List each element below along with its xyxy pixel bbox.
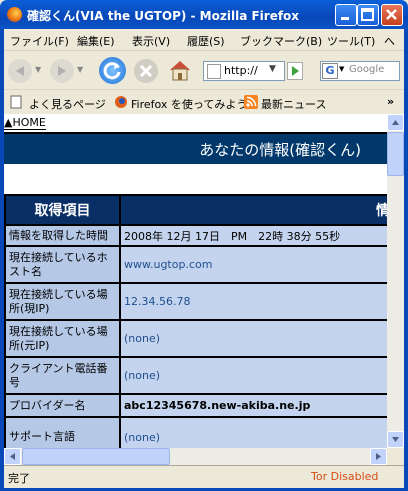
- status-bar: 完了 Tor Disabled: [4, 465, 404, 488]
- firefox-icon: [7, 7, 22, 22]
- page-icon: [10, 95, 22, 109]
- table-row: プロバイダー名 abc12345678.new-akiba.ne.jp: [4, 393, 387, 418]
- menu-view[interactable]: 表示(V): [132, 33, 170, 49]
- maximize-button[interactable]: [357, 4, 379, 26]
- menu-help[interactable]: へ: [384, 33, 395, 49]
- forward-dropdown-icon[interactable]: ▼: [77, 65, 83, 74]
- reload-icon: [103, 62, 121, 80]
- table-row: 現在接続している場所(元IP) (none): [4, 319, 387, 358]
- arrow-down-icon: [392, 437, 399, 442]
- table-header-row: 取得項目 情: [4, 194, 387, 226]
- google-icon[interactable]: G: [322, 63, 338, 79]
- stop-button[interactable]: [134, 59, 158, 83]
- table-row: クライアント電話番号 (none): [4, 356, 387, 395]
- minimize-button[interactable]: [335, 4, 357, 26]
- menu-bookmarks[interactable]: ブックマーク(B): [240, 33, 322, 49]
- menu-bar: ファイル(F) 編集(E) 表示(V) 履歴(S) ブックマーク(B) ツール(…: [4, 29, 404, 50]
- home-link[interactable]: ▲HOME: [4, 116, 46, 130]
- column-header-info: 情: [119, 194, 387, 226]
- forward-arrow-icon: [58, 66, 66, 76]
- table-row: 現在接続しているホスト名 www.ugtop.com: [4, 245, 387, 284]
- forward-button[interactable]: [50, 59, 74, 83]
- search-box[interactable]: G ▼ Google: [320, 61, 400, 81]
- scroll-left-button[interactable]: [4, 448, 21, 465]
- minimize-icon: [341, 17, 349, 20]
- row-label: サポート言語: [4, 416, 121, 448]
- back-dropdown-icon[interactable]: ▼: [35, 65, 41, 74]
- status-text: 完了: [8, 472, 30, 485]
- menu-edit[interactable]: 編集(E): [77, 33, 115, 49]
- scroll-right-button[interactable]: [370, 448, 387, 465]
- row-value: (none): [119, 356, 387, 395]
- home-button[interactable]: [167, 57, 193, 83]
- vertical-scrollbar[interactable]: [387, 114, 404, 448]
- arrow-right-icon: [376, 453, 381, 460]
- arrow-left-icon: [10, 453, 15, 460]
- close-icon: [386, 9, 397, 20]
- menu-tools[interactable]: ツール(T): [327, 33, 375, 49]
- page-favicon-icon: [207, 64, 221, 79]
- scroll-down-button[interactable]: [387, 431, 404, 448]
- arrow-up-icon: [392, 120, 399, 125]
- horizontal-scroll-thumb[interactable]: [22, 448, 170, 465]
- row-value: 12.34.56.78: [119, 282, 387, 321]
- row-value: abc12345678.new-akiba.ne.jp: [119, 393, 387, 418]
- row-label: 現在接続している場所(元IP): [4, 319, 121, 358]
- row-value: www.ugtop.com: [119, 245, 387, 284]
- maximize-icon: [361, 8, 374, 21]
- table-row: 情報を取得した時間 2008年 12月 17日 PM 22時 38分 55秒: [4, 224, 387, 247]
- row-label: プロバイダー名: [4, 393, 121, 418]
- row-value: 2008年 12月 17日 PM 22時 38分 55秒: [119, 224, 387, 247]
- row-value: (none): [119, 319, 387, 358]
- table-row: 現在接続している場所(現IP) 12.34.56.78: [4, 282, 387, 321]
- url-dropdown-icon[interactable]: ▼: [269, 64, 276, 74]
- menu-history[interactable]: 履歴(S): [187, 33, 225, 49]
- navigation-toolbar: ▼ ▼ http:// ▼ G ▼ Google: [4, 50, 404, 89]
- title-bar: 確認くん(VIA the UGTOP) - Mozilla Firefox: [0, 0, 408, 29]
- bookmark-most-visited[interactable]: よく見るページ: [29, 96, 106, 112]
- bookmark-latest-news[interactable]: 最新ニュース: [261, 96, 326, 112]
- row-label: 情報を取得した時間: [4, 224, 121, 247]
- page-content: ▲HOME あなたの情報(確認くん) 取得項目 情 情報を取得した時間 2008…: [4, 114, 387, 448]
- window-frame-right: [404, 29, 408, 491]
- window-title: 確認くん(VIA the UGTOP) - Mozilla Firefox: [27, 9, 300, 23]
- row-label: 現在接続している場所(現IP): [4, 282, 121, 321]
- page-title: あなたの情報(確認くん): [199, 141, 361, 159]
- table-row: サポート言語 (none): [4, 416, 387, 448]
- search-engine-dropdown-icon[interactable]: ▼: [339, 65, 344, 73]
- vertical-scroll-thumb[interactable]: [387, 132, 404, 176]
- back-arrow-icon: [16, 66, 24, 76]
- bookmark-getting-started[interactable]: Firefox を使ってみよう: [131, 96, 247, 112]
- tor-status[interactable]: Tor Disabled: [311, 470, 378, 483]
- home-icon: [170, 61, 190, 81]
- stop-icon: [139, 64, 153, 78]
- search-input[interactable]: Google: [349, 64, 384, 75]
- reload-button[interactable]: [99, 57, 126, 84]
- close-button[interactable]: [381, 4, 403, 26]
- back-button[interactable]: [8, 59, 32, 83]
- row-value: (none): [119, 416, 387, 448]
- chevron-right-icon[interactable]: »: [387, 95, 394, 108]
- url-bar[interactable]: http:// ▼: [203, 61, 285, 81]
- bookmarks-toolbar: よく見るページ Firefox を使ってみよう 最新ニュース »: [4, 89, 404, 115]
- info-table: 取得項目 情 情報を取得した時間 2008年 12月 17日 PM 22時 38…: [4, 194, 387, 448]
- page-header: あなたの情報(確認くん): [4, 132, 387, 164]
- horizontal-scrollbar[interactable]: [4, 448, 387, 465]
- scrollbar-corner: [387, 448, 404, 465]
- rss-feed-icon: [244, 95, 258, 109]
- url-text[interactable]: http://: [224, 64, 264, 77]
- scroll-up-button[interactable]: [387, 114, 404, 131]
- row-label: クライアント電話番号: [4, 356, 121, 395]
- go-button[interactable]: [287, 62, 303, 80]
- row-label: 現在接続しているホスト名: [4, 245, 121, 284]
- go-arrow-icon: [292, 66, 299, 76]
- menu-file[interactable]: ファイル(F): [10, 33, 69, 49]
- column-header-item: 取得項目: [4, 194, 121, 226]
- firefox-bookmark-icon: [115, 96, 127, 108]
